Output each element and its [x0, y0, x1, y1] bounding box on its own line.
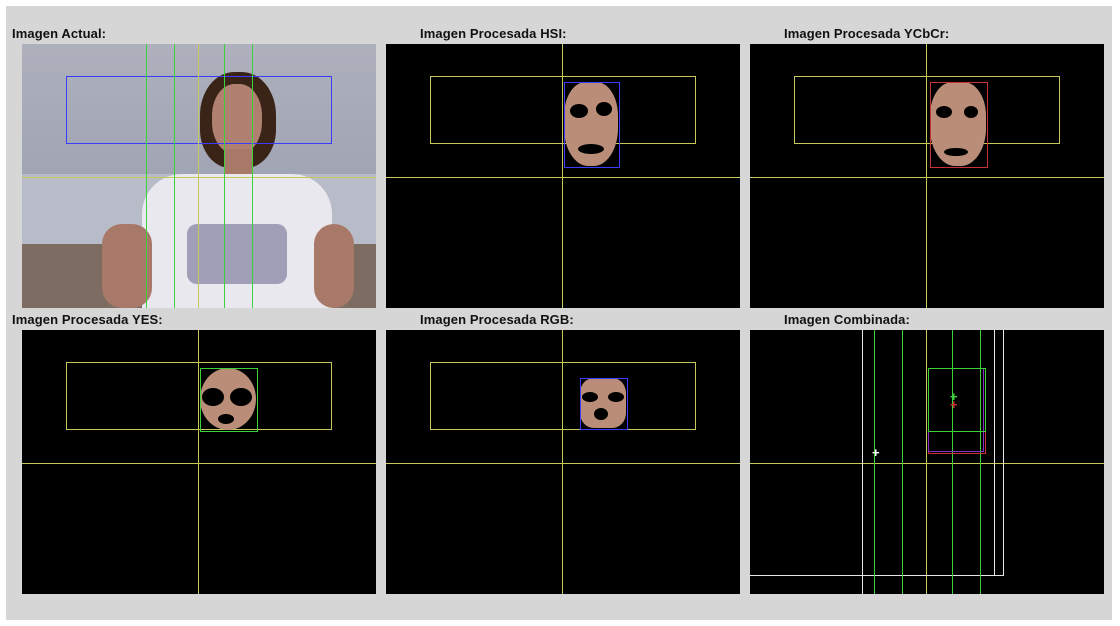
search-region-box [66, 362, 332, 430]
ycbcr-processed-panel [750, 44, 1104, 308]
green-line-4 [252, 44, 253, 308]
search-region-box [430, 362, 696, 430]
horizontal-guide-line [750, 177, 1104, 178]
person-arm-right [314, 224, 354, 308]
label-imagen-combinada: Imagen Combinada: [784, 312, 910, 327]
face-bounding-box [580, 378, 628, 430]
green-line-3 [224, 44, 225, 308]
horizontal-guide-line [22, 463, 376, 464]
face-bounding-box [930, 82, 988, 168]
vertical-guide-line [562, 44, 563, 308]
search-region-box [66, 76, 332, 144]
rgb-processed-panel [386, 330, 740, 594]
vertical-guide-line [562, 330, 563, 594]
app-window: Imagen Actual: Imagen Procesada HSI: Ima… [6, 6, 1112, 620]
yes-processed-panel [22, 330, 376, 594]
search-region-box [430, 76, 696, 144]
face-bounding-box [564, 82, 620, 168]
label-imagen-rgb: Imagen Procesada RGB: [420, 312, 574, 327]
label-imagen-ycbcr: Imagen Procesada YCbCr: [784, 26, 950, 41]
vertical-guide-line [926, 44, 927, 308]
combined-image-panel: + + + [750, 330, 1104, 594]
label-imagen-actual: Imagen Actual: [12, 26, 107, 41]
camera-image-panel [22, 44, 376, 308]
vertical-guide-line [198, 330, 199, 594]
label-imagen-yes: Imagen Procesada YES: [12, 312, 163, 327]
green-line-2 [902, 330, 903, 594]
green-line-1 [146, 44, 147, 308]
plus-icon: + [950, 397, 958, 412]
plus-icon: + [872, 445, 880, 460]
horizontal-guide-line [22, 177, 376, 178]
white-line-1 [862, 330, 863, 594]
white-line-2 [994, 330, 995, 576]
shirt-print [187, 224, 287, 284]
hsi-processed-panel [386, 44, 740, 308]
green-line-1 [874, 330, 875, 594]
horizontal-guide-line [386, 463, 740, 464]
person-arm-left [102, 224, 152, 308]
face-bounding-box [200, 368, 258, 432]
label-imagen-hsi: Imagen Procesada HSI: [420, 26, 567, 41]
vertical-guide-line [198, 44, 199, 308]
green-line-2 [174, 44, 175, 308]
search-region-box [794, 76, 1060, 144]
horizontal-guide-line [386, 177, 740, 178]
